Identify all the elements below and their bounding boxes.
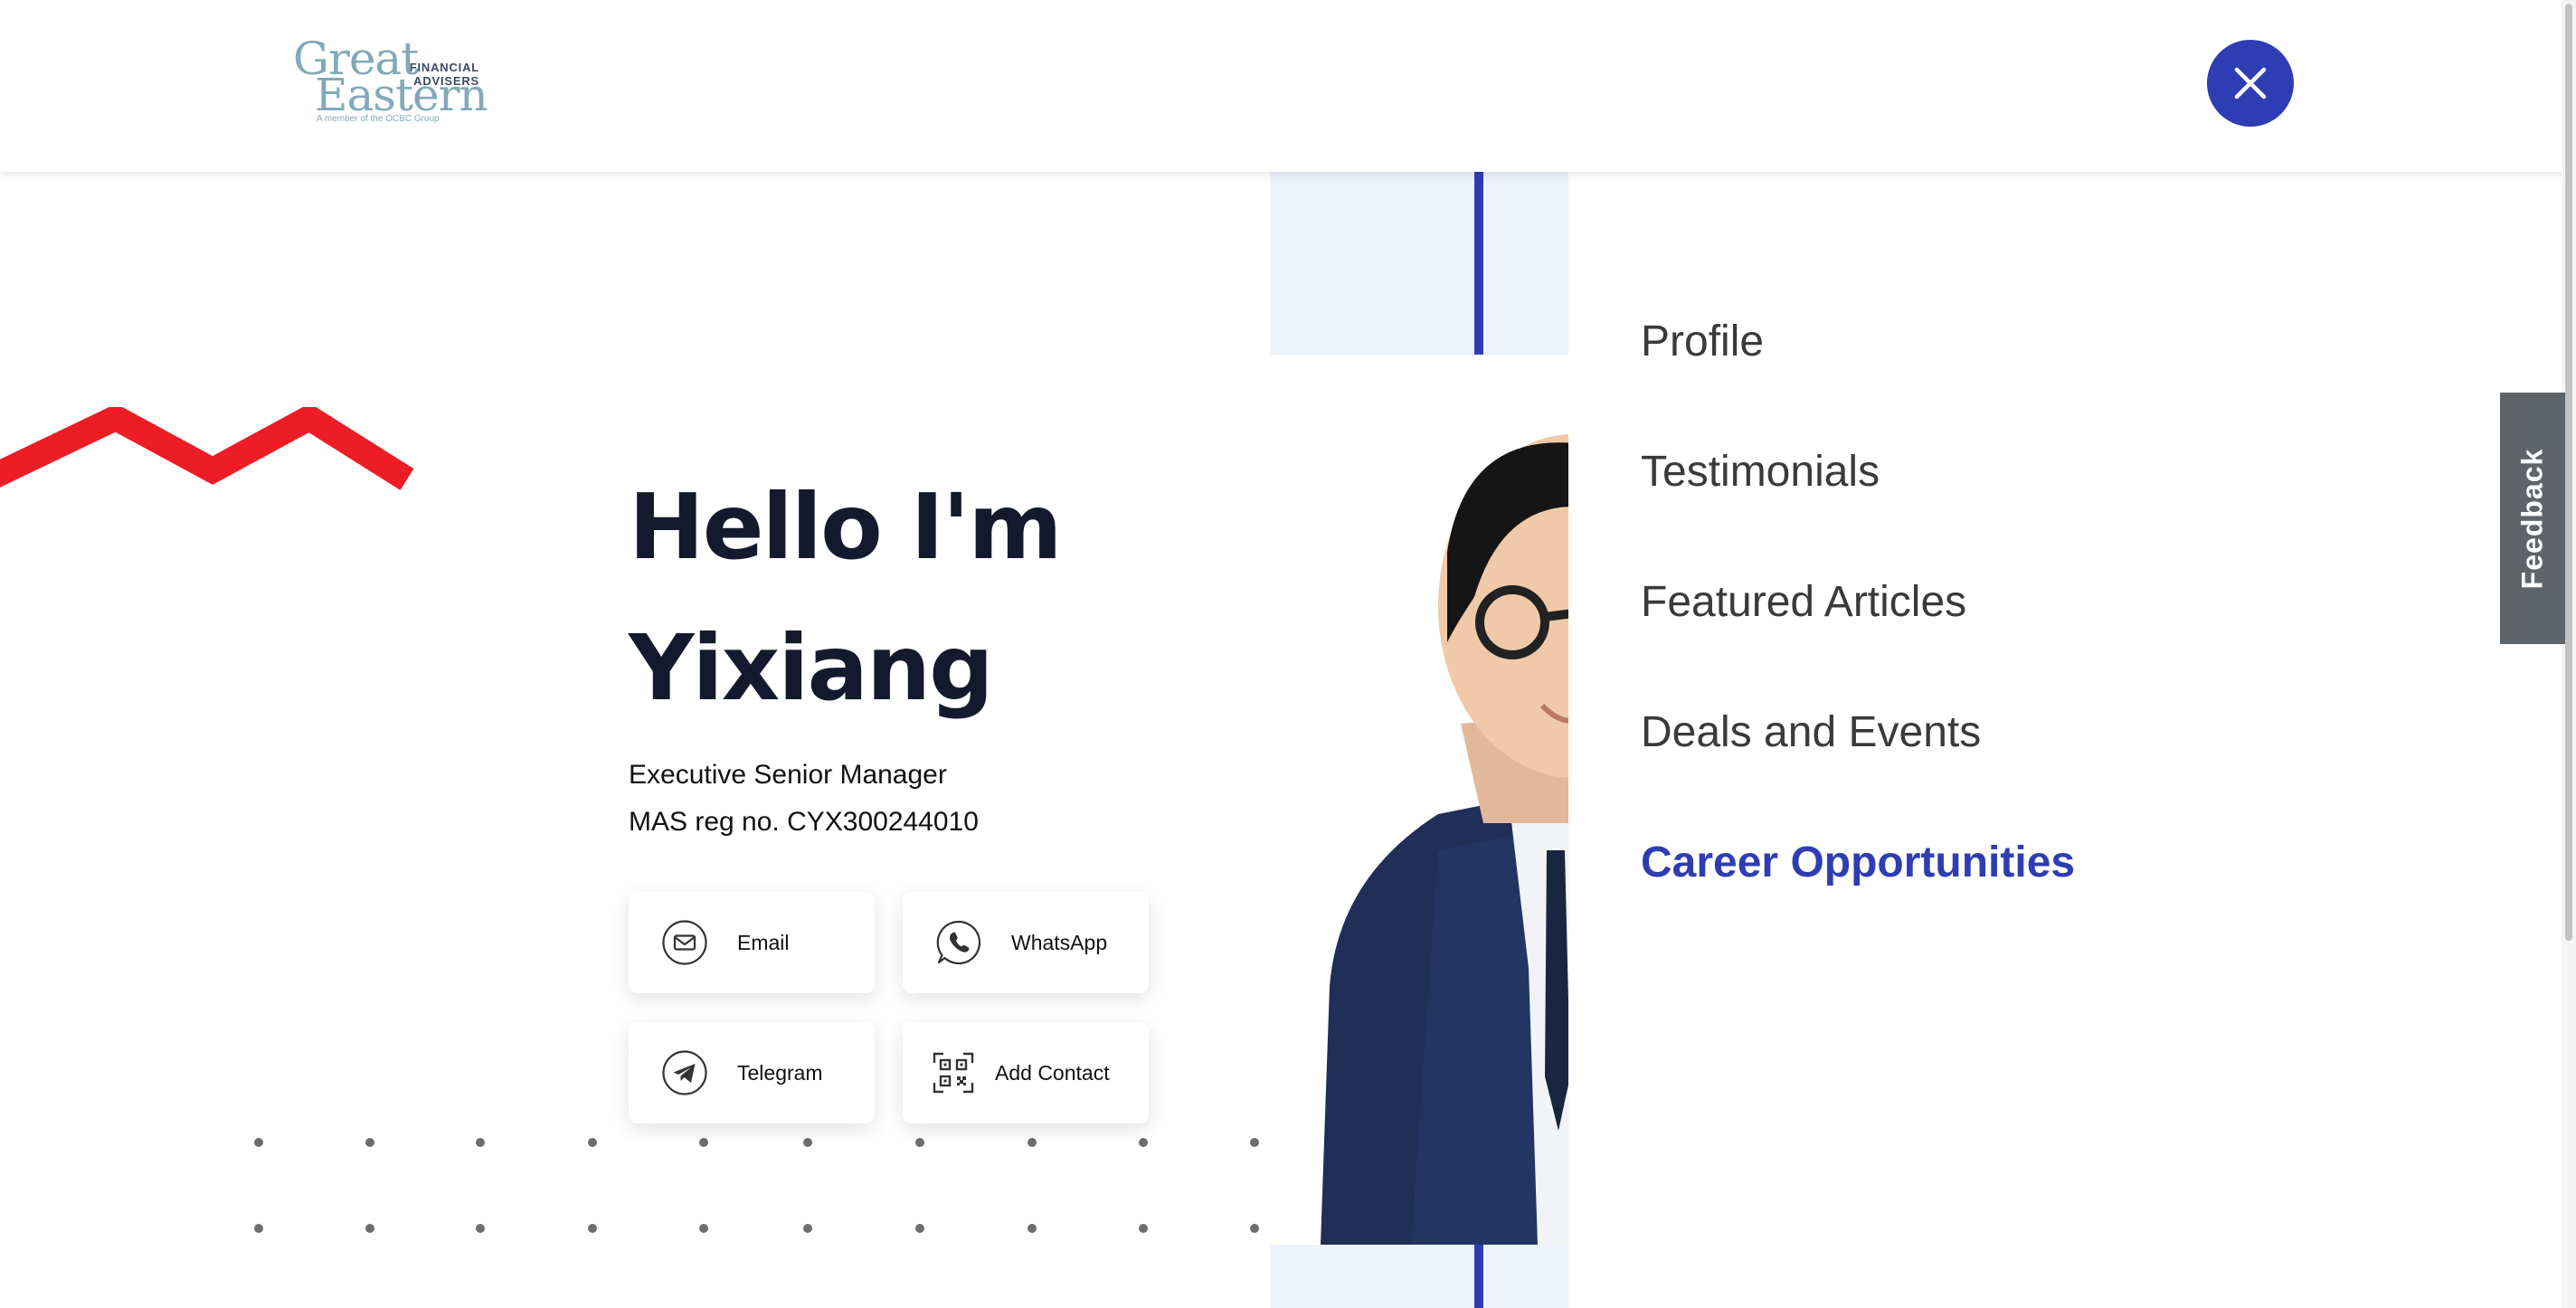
mas-registration: MAS reg no. CYX300244010 (629, 807, 979, 837)
hero-accent-stripe-bottom (1474, 1245, 1483, 1308)
feedback-tab-label: Feedback (2515, 448, 2549, 589)
hero-accent-stripe-top (1474, 172, 1483, 355)
close-menu-button[interactable] (2207, 40, 2294, 127)
menu-item-featured-articles[interactable]: Featured Articles (1641, 577, 1966, 627)
telegram-button[interactable]: Telegram (629, 1022, 875, 1123)
whatsapp-icon (935, 919, 982, 966)
logo-tagline: FINANCIAL ADVISERS (410, 61, 479, 88)
job-title: Executive Senior Manager (629, 760, 947, 790)
feedback-tab[interactable]: Feedback (2500, 393, 2565, 644)
logo-tagline-line2: ADVISERS (413, 74, 479, 88)
site-header: Great Eastern FINANCIAL ADVISERS A membe… (0, 0, 2576, 172)
hero-greeting: Hello I'm Yixiang (629, 457, 1063, 739)
qr-code-icon (930, 1049, 977, 1096)
email-button[interactable]: Email (629, 892, 875, 993)
logo-member-text: A member of the OCBC Group (317, 114, 440, 124)
scrollbar-thumb[interactable] (2565, 4, 2572, 941)
navigation-menu-panel: Profile Testimonials Featured Articles D… (1568, 172, 2576, 1308)
whatsapp-button[interactable]: WhatsApp (903, 892, 1149, 993)
telegram-button-label: Telegram (737, 1060, 823, 1085)
menu-item-profile[interactable]: Profile (1641, 317, 1764, 366)
menu-item-testimonials[interactable]: Testimonials (1641, 447, 1880, 497)
email-button-label: Email (737, 930, 790, 954)
hero-accent-panel-top (1270, 172, 1568, 355)
menu-item-deals-and-events[interactable]: Deals and Events (1641, 707, 1981, 757)
great-eastern-logo[interactable]: Great Eastern FINANCIAL ADVISERS A membe… (293, 33, 492, 130)
menu-item-career-opportunities[interactable]: Career Opportunities (1641, 838, 2075, 887)
add-contact-button-label: Add Contact (995, 1060, 1110, 1085)
page: Great Eastern FINANCIAL ADVISERS A membe… (0, 0, 2576, 1308)
agent-photo (1302, 425, 1574, 1245)
hero-accent-panel-bottom (1270, 1245, 1568, 1308)
whatsapp-button-label: WhatsApp (1011, 930, 1108, 954)
agent-name: Yixiang (629, 615, 994, 721)
telegram-icon (661, 1049, 708, 1096)
page-scrollbar[interactable] (2562, 0, 2576, 1308)
greeting-line-1: Hello I'm (629, 474, 1063, 580)
close-icon (2234, 67, 2267, 100)
add-contact-button[interactable]: Add Contact (903, 1022, 1149, 1123)
logo-tagline-line1: FINANCIAL (409, 61, 479, 74)
email-icon (661, 919, 708, 966)
